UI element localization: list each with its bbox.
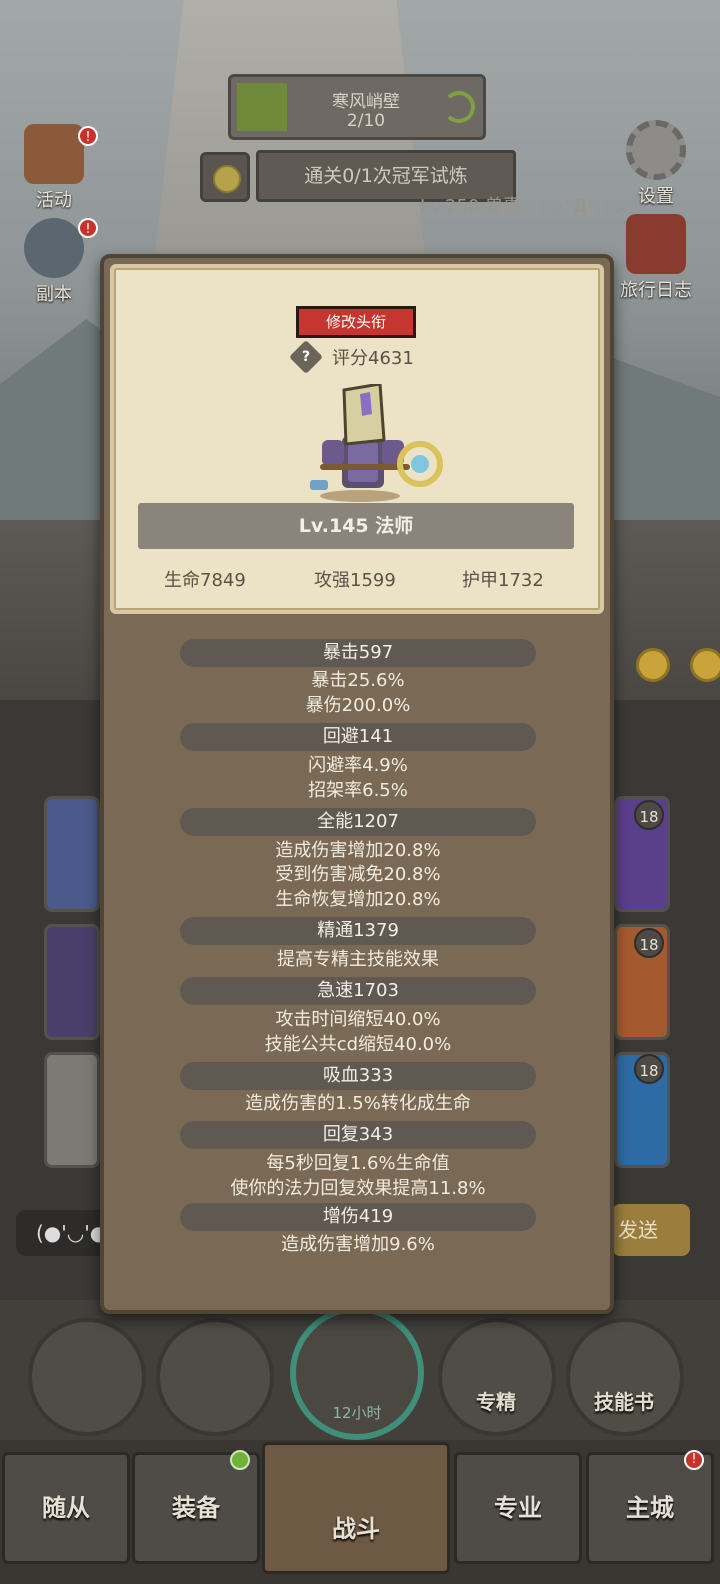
dungeon-icon: [24, 218, 84, 278]
stage-progress-panel[interactable]: 寒风峭壁 2/10: [228, 74, 486, 140]
nav-profession[interactable]: 专业: [454, 1452, 582, 1564]
book-icon: [626, 214, 686, 274]
stat-line: 闪避率4.9%: [308, 755, 408, 776]
stat-header-haste: 急速1703: [180, 977, 536, 1005]
card-level-badge: 18: [634, 1054, 664, 1084]
stage-name: 寒风峭壁: [332, 92, 400, 112]
equipment-card[interactable]: [44, 796, 100, 912]
stat-header-damage-boost: 增伤419: [180, 1203, 536, 1231]
equipment-notification-dot: [230, 1450, 250, 1470]
stage-count: 2/10: [346, 111, 386, 131]
stat-line: 造成伤害的1.5%转化成生命: [245, 1093, 471, 1114]
mastery-button[interactable]: [438, 1318, 556, 1436]
refresh-icon[interactable]: [443, 91, 475, 123]
stat-line: 造成伤害增加20.8%: [275, 840, 441, 861]
events-icon: [24, 124, 84, 184]
card-level-badge: 18: [634, 800, 664, 830]
stat-header-crit: 暴击597: [180, 639, 536, 667]
stat-line: 使你的法力回复效果提高11.8%: [230, 1178, 486, 1199]
armor-stat: 护甲1732: [462, 570, 544, 591]
main-city-badge: !: [684, 1450, 704, 1470]
dungeon-label: 副本: [36, 284, 72, 305]
gear-icon: [626, 120, 686, 180]
journal-label: 旅行日志: [620, 280, 692, 301]
skillbook-button[interactable]: [566, 1318, 684, 1436]
score-row: ? 评分4631: [289, 340, 414, 374]
stat-line: 攻击时间缩短40.0%: [275, 1009, 441, 1030]
score-value: 评分4631: [332, 348, 414, 369]
stat-line: 提高专精主技能效果: [277, 949, 439, 970]
gold-coin-icon: [636, 648, 670, 682]
journal-button[interactable]: 旅行日志: [616, 214, 696, 302]
stat-line: 受到伤害减免20.8%: [275, 864, 441, 885]
food-skill-button[interactable]: [156, 1318, 274, 1436]
coin-icon: [200, 152, 250, 202]
stat-header-regen: 回复343: [180, 1121, 536, 1149]
attack-stat: 攻强1599: [314, 570, 396, 591]
help-icon[interactable]: ?: [289, 340, 323, 374]
stat-header-leech: 吸血333: [180, 1062, 536, 1090]
stat-line: 每5秒回复1.6%生命值: [266, 1153, 450, 1174]
settings-label: 设置: [638, 186, 674, 207]
stat-line: 暴伤200.0%: [305, 695, 411, 716]
player-info: Lv.250 兽惠。(っ°Д°;)っ: [420, 196, 628, 217]
dungeon-badge: !: [78, 218, 98, 238]
rename-title-button[interactable]: 修改头衔: [296, 306, 416, 338]
hp-stat: 生命7849: [164, 570, 246, 591]
level-class-bar: Lv.145 法师: [138, 503, 574, 549]
events-badge: !: [78, 126, 98, 146]
stat-line: 招架率6.5%: [308, 780, 408, 801]
events-label: 活动: [36, 190, 72, 211]
skillbook-label: 技能书: [594, 1390, 654, 1414]
potion-skill-button[interactable]: [28, 1318, 146, 1436]
stat-line: 暴击25.6%: [311, 670, 405, 691]
stat-header-mastery: 精通1379: [180, 917, 536, 945]
equipment-card[interactable]: [44, 1052, 100, 1168]
gold-coin-icon: [690, 648, 720, 682]
stat-header-versatility: 全能1207: [180, 808, 536, 836]
stat-line: 技能公共cd缩短40.0%: [264, 1034, 452, 1055]
settings-button[interactable]: 设置: [616, 120, 696, 208]
card-level-badge: 18: [634, 928, 664, 958]
nav-battle[interactable]: 战斗: [262, 1442, 450, 1574]
stat-header-avoid: 回避141: [180, 723, 536, 751]
stat-line: 造成伤害增加9.6%: [281, 1234, 435, 1255]
stat-line: 生命恢复增加20.8%: [275, 889, 441, 910]
send-button[interactable]: 发送: [612, 1204, 690, 1256]
nav-followers[interactable]: 随从: [2, 1452, 130, 1564]
mastery-label: 专精: [476, 1390, 516, 1414]
chest-timer: 12小时: [332, 1404, 382, 1422]
equipment-card[interactable]: [44, 924, 100, 1040]
stage-progress-bar: [237, 83, 287, 131]
mage-character-sprite: [310, 384, 443, 502]
